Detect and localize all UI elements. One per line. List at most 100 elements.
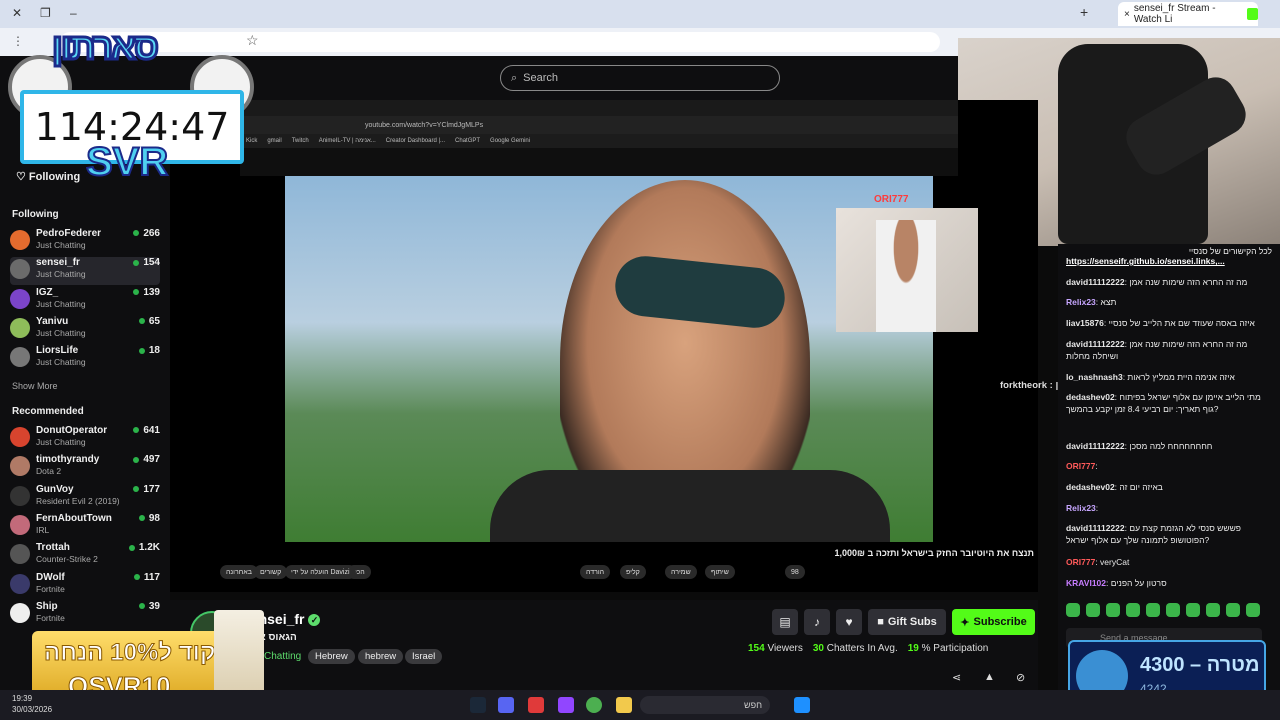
chat-username[interactable]: liav15876 [1066, 318, 1104, 328]
sidebar-channel-pedrofederer[interactable]: PedroFederer Just Chatting 266 [10, 228, 160, 256]
steam-icon[interactable] [470, 697, 486, 713]
sidebar-channel-gunvoy[interactable]: GunVoy Resident Evil 2 (2019) 177 [10, 484, 160, 512]
active-tab[interactable]: × sensei_fr Stream - Watch Li [1118, 2, 1258, 26]
channel-category: Fortnite [36, 612, 65, 623]
theater-mode-button[interactable]: ▤ [772, 609, 798, 635]
emote-icon[interactable] [1186, 603, 1200, 617]
emote-bar[interactable] [1066, 603, 1274, 619]
tab-close-icon[interactable]: × [1124, 9, 1130, 20]
pip-username: ORI777 [874, 194, 909, 205]
report-icon[interactable]: ▲ [984, 671, 995, 683]
emote-icon[interactable] [1126, 603, 1140, 617]
emote-icon[interactable] [1086, 603, 1100, 617]
viewers-stat: 154 Viewers [748, 643, 803, 654]
channel-avatar [10, 427, 30, 447]
channel-category: Just Chatting [36, 327, 86, 338]
tag-hebrew-lower[interactable]: hebrew [358, 649, 404, 664]
following-header: Following [12, 209, 59, 220]
inner-video-control: שמירה [665, 565, 697, 579]
emote-icon[interactable] [1146, 603, 1160, 617]
tag-hebrew[interactable]: Hebrew [308, 649, 355, 664]
channel-avatar [10, 259, 30, 280]
sidebar-channel-sensei_fr[interactable]: sensei_fr Just Chatting 154 [10, 257, 160, 286]
channel-viewers: 98 [139, 513, 160, 524]
chat-message: david11112222: מה זה החרא הזה שימות שנה … [1066, 339, 1248, 361]
chat-username[interactable]: dedashev02 [1066, 392, 1115, 402]
inner-bookmark: gmail [267, 138, 282, 144]
bookmark-star-icon[interactable]: ☆ [246, 32, 259, 49]
sidebar-channel-trottah[interactable]: Trottah Counter-Strike 2 1.2K [10, 542, 160, 570]
inner-video-control: באחרונה [220, 565, 258, 579]
chat-text: סרטון על הפנים [1110, 578, 1167, 588]
restore-window-icon[interactable]: ❐ [40, 6, 51, 20]
minimize-window-icon[interactable]: – [70, 6, 77, 20]
pinned-link[interactable]: https://senseifr.github.io/sensei.links,… [1066, 256, 1225, 266]
share-icon[interactable]: ⋖ [952, 671, 961, 684]
new-tab-button[interactable]: + [1080, 4, 1088, 20]
following-nav[interactable]: ♡ Following [16, 170, 80, 183]
chat-username[interactable]: Relix23 [1066, 503, 1096, 513]
emote-icon[interactable] [1066, 603, 1080, 617]
chrome-icon[interactable] [586, 697, 602, 713]
mute-icon[interactable]: ⊘ [1016, 671, 1025, 684]
search-input[interactable]: ⌕ Search [500, 65, 780, 91]
participation-stat: 19 % Participation [907, 643, 989, 654]
channel-name: timothyrandy [36, 454, 100, 466]
follow-button[interactable]: ♥ [836, 609, 862, 635]
chat-username[interactable]: david11112222 [1066, 277, 1125, 287]
sidebar-channel-ship[interactable]: Ship Fortnite 39 [10, 601, 160, 629]
chat-username[interactable]: KRAVI102 [1066, 578, 1106, 588]
chat-username[interactable]: lo_nashnash3 [1066, 372, 1123, 382]
file-explorer-icon[interactable] [616, 697, 632, 713]
chat-username[interactable]: david11112222 [1066, 523, 1125, 533]
channel-viewers: 1.2K [129, 542, 160, 553]
sidebar-channel-yanivu[interactable]: Yanivu Just Chatting 65 [10, 316, 160, 344]
tag-israel[interactable]: Israel [405, 649, 443, 664]
channel-avatar [10, 317, 30, 338]
sidebar-channel-donutoperator[interactable]: DonutOperator Just Chatting 641 [10, 425, 160, 453]
sidebar-channel-liorslife[interactable]: LiorsLife Just Chatting 18 [10, 345, 160, 373]
channel-category: Just Chatting [36, 298, 86, 309]
notifications-button[interactable]: ♪ [804, 609, 830, 635]
sidebar-channel-igz_[interactable]: IGZ_ Just Chatting 139 [10, 287, 160, 315]
app-icon[interactable] [528, 697, 544, 713]
subscribe-button[interactable]: ✦ Subscribe [952, 609, 1035, 635]
inner-browser-tabs [240, 100, 958, 116]
chat-username[interactable]: david11112222 [1066, 441, 1125, 451]
chat-username[interactable]: dedashev02 [1066, 482, 1115, 492]
emote-icon[interactable] [1106, 603, 1120, 617]
chat-username[interactable]: ORI777 [1066, 557, 1095, 567]
chat-username[interactable]: ORI777 [1066, 461, 1095, 471]
stream-category[interactable]: Chatting [264, 651, 301, 662]
chat-message: liav15876: איזה באסה שעוזד שם את הלייב ש… [1066, 318, 1255, 328]
emote-icon[interactable] [1226, 603, 1240, 617]
sidebar-channel-timothyrandy[interactable]: timothyrandy Dota 2 497 [10, 454, 160, 482]
inner-video-control: קשורים [254, 565, 288, 579]
emote-icon[interactable] [1246, 603, 1260, 617]
search-placeholder: Search [523, 72, 559, 84]
close-window-icon[interactable]: ✕ [12, 6, 22, 20]
inner-video-controls: הכל הועלה על ידי Davizi קשורים באחרונה הורדה… [182, 561, 1038, 583]
channel-avatar [10, 602, 30, 623]
chat-message: KRAVI102: סרטון על הפנים [1066, 578, 1167, 588]
omnibox[interactable] [60, 32, 940, 52]
show-more-link[interactable]: Show More [12, 381, 58, 391]
goal-target: 4300 – מטרה [1140, 654, 1260, 676]
chat-username[interactable]: david11112222 [1066, 339, 1125, 349]
windows-start-icon[interactable] [794, 697, 810, 713]
video-caption: תנצח את היוטיובר החזק בישראל ותזכה ב 1,0… [834, 548, 1034, 558]
chat-message: lo_nashnash3: איזה אנימה היית ממליץ לראו… [1066, 372, 1235, 382]
gift-subs-button[interactable]: ■ Gift Subs [868, 609, 946, 635]
taskbar-search[interactable]: חפש [640, 696, 770, 714]
discord-icon[interactable] [498, 697, 514, 713]
sidebar-channel-dwolf[interactable]: DWolf Fortnite 117 [10, 572, 160, 600]
emote-icon[interactable] [1206, 603, 1220, 617]
inner-video-control: הורדה [580, 565, 611, 579]
twitch-icon[interactable] [558, 697, 574, 713]
menu-icon[interactable]: ⋮ [12, 34, 24, 48]
channel-avatar [10, 573, 30, 594]
emote-icon[interactable] [1166, 603, 1180, 617]
chat-username[interactable]: Relix23 [1066, 297, 1096, 307]
chat-text: veryCat [1100, 557, 1130, 567]
sidebar-channel-fernabouttown[interactable]: FernAboutTown IRL 98 [10, 513, 160, 541]
